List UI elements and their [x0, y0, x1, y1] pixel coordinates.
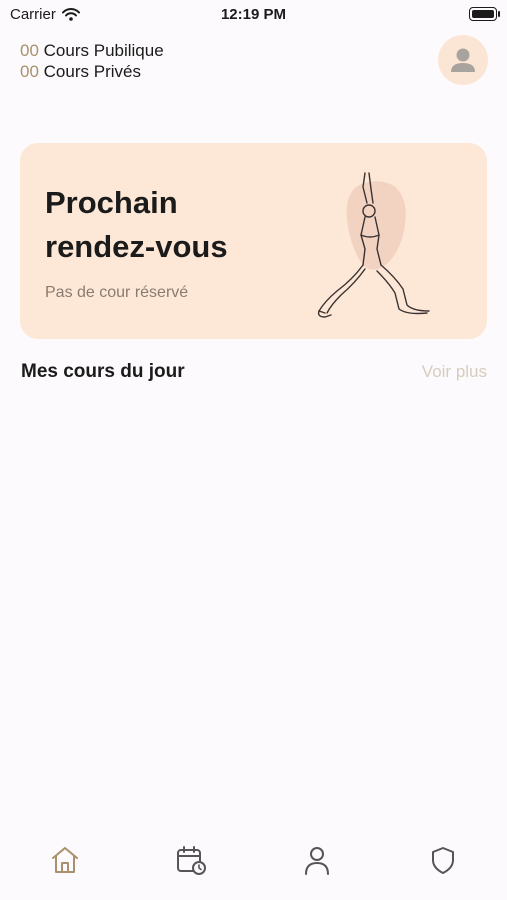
private-courses-row: 00 Cours Privés — [20, 61, 164, 82]
tab-security[interactable] — [425, 842, 461, 878]
card-title-line1: Prochain — [45, 185, 178, 220]
status-time: 12:19 PM — [220, 6, 287, 23]
public-courses-row: 00 Cours Pubilique — [20, 40, 164, 61]
private-courses-label: Cours Privés — [43, 62, 141, 81]
next-appointment-card[interactable]: Prochain rendez-vous Pas de cour réservé — [20, 143, 487, 339]
private-courses-count: 00 — [20, 62, 39, 81]
user-icon — [451, 48, 475, 72]
card-subtitle: Pas de cour réservé — [45, 284, 189, 301]
public-courses-count: 00 — [20, 41, 39, 60]
avatar-button[interactable] — [438, 35, 488, 85]
tab-bar — [0, 830, 507, 890]
tab-calendar[interactable] — [173, 842, 209, 878]
yoga-pose-illustration — [317, 172, 430, 318]
tab-home[interactable] — [47, 842, 83, 878]
public-courses-label: Cours Pubilique — [43, 41, 164, 60]
see-more-link[interactable]: Voir plus — [422, 362, 487, 382]
section-title: Mes cours du jour — [21, 361, 185, 382]
status-bar: Carrier 12:19 PM — [0, 0, 507, 30]
card-title: Prochain rendez-vous — [45, 181, 228, 269]
home-icon — [52, 847, 78, 873]
tab-profile[interactable] — [299, 842, 335, 878]
shield-icon — [432, 847, 454, 874]
profile-icon — [305, 847, 329, 875]
card-title-line2: rendez-vous — [45, 229, 228, 264]
calendar-clock-icon — [177, 846, 206, 875]
course-counts: 00 Cours Pubilique 00 Cours Privés — [20, 40, 164, 82]
battery-icon — [469, 7, 500, 21]
